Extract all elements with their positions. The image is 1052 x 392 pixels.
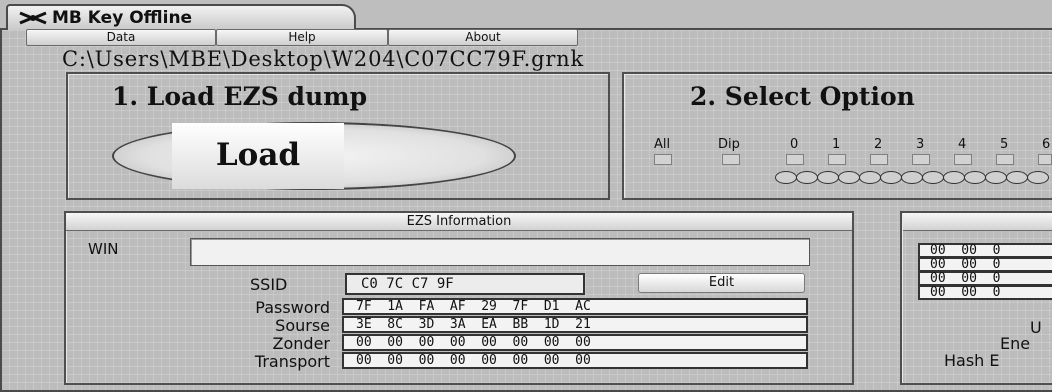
password-value[interactable]: 7F 1A FA AF 29 7F D1 AC (342, 298, 808, 315)
key-slot-indicator (943, 171, 965, 184)
option-checkbox-all[interactable] (654, 154, 672, 165)
option-label-dip: Dip (718, 137, 740, 152)
option-label-2: 2 (874, 137, 883, 152)
zonder-label: Zonder (272, 334, 330, 353)
hash-label-u: U (1030, 318, 1042, 337)
hash-panel-header (903, 213, 1052, 231)
key-slot-indicator (1006, 171, 1028, 184)
option-label-1: 1 (832, 137, 841, 152)
transport-label: Transport (254, 352, 330, 371)
option-checkbox-5[interactable] (996, 154, 1014, 165)
key-slot-indicator (1027, 171, 1049, 184)
key-slot-indicator (964, 171, 986, 184)
ssid-label: SSID (250, 275, 288, 294)
option-checkbox-1[interactable] (828, 154, 846, 165)
window-title: MB Key Offline (52, 8, 193, 28)
load-section-title: 1. Load EZS dump (112, 82, 368, 111)
option-checkbox-0[interactable] (786, 154, 804, 165)
win-label: WIN (88, 240, 119, 258)
option-checkbox-2[interactable] (870, 154, 888, 165)
option-label-0: 0 (790, 137, 799, 152)
sourse-label: Sourse (275, 316, 330, 335)
option-checkbox-4[interactable] (954, 154, 972, 165)
ssid-field[interactable]: C0 7C C7 9F (345, 273, 585, 295)
options-section-title: 2. Select Option (690, 82, 915, 111)
key-slot-indicator (817, 171, 839, 184)
transport-value[interactable]: 00 00 00 00 00 00 00 00 (342, 352, 808, 369)
option-label-3: 3 (916, 137, 925, 152)
key-slot-indicator (880, 171, 902, 184)
option-label-5: 5 (1000, 137, 1009, 152)
hash-label-hash: Hash E (944, 351, 1000, 370)
file-path: C:\Users\MBE\Desktop\W204\C07CC79F.grnk (62, 47, 585, 71)
option-label-4: 4 (958, 137, 967, 152)
option-checkbox-3[interactable] (912, 154, 930, 165)
app-logo-icon (19, 11, 47, 25)
hash-row[interactable]: 00 00 0 (918, 257, 1052, 272)
app-window: MB Key Offline Data Help About C:\Users\… (0, 0, 1052, 392)
ezs-info-header: EZS Information (66, 213, 852, 231)
password-label: Password (255, 298, 330, 317)
option-checkbox-dip[interactable] (722, 154, 740, 165)
key-slot-indicator (985, 171, 1007, 184)
menu-help[interactable]: Help (216, 29, 388, 46)
option-label-6: 6 (1042, 137, 1051, 152)
hash-row[interactable]: 00 00 0 (918, 271, 1052, 286)
key-slot-indicator (775, 171, 797, 184)
key-slot-indicator (796, 171, 818, 184)
key-slot-indicator (901, 171, 923, 184)
key-data-grid: 7F 1A FA AF 29 7F D1 AC 3E 8C 3D 3A EA B… (342, 298, 808, 370)
load-button[interactable]: Load (172, 123, 344, 189)
hash-label-ene: Ene (1000, 334, 1031, 353)
menu-about[interactable]: About (388, 29, 578, 46)
option-label-all: All (654, 137, 671, 152)
option-checkbox-6[interactable] (1038, 154, 1052, 165)
edit-button[interactable]: Edit (638, 273, 805, 293)
key-slot-indicator (859, 171, 881, 184)
hash-row[interactable]: 00 00 0 (918, 285, 1052, 300)
key-slot-indicator (838, 171, 860, 184)
key-slot-indicator (922, 171, 944, 184)
hash-row[interactable]: 00 00 0 (918, 243, 1052, 258)
win-field[interactable] (190, 238, 810, 266)
sourse-value[interactable]: 3E 8C 3D 3A EA BB 1D 21 (342, 316, 808, 333)
menu-data[interactable]: Data (26, 29, 216, 46)
title-bar: MB Key Offline (6, 4, 356, 30)
zonder-value[interactable]: 00 00 00 00 00 00 00 00 (342, 334, 808, 351)
